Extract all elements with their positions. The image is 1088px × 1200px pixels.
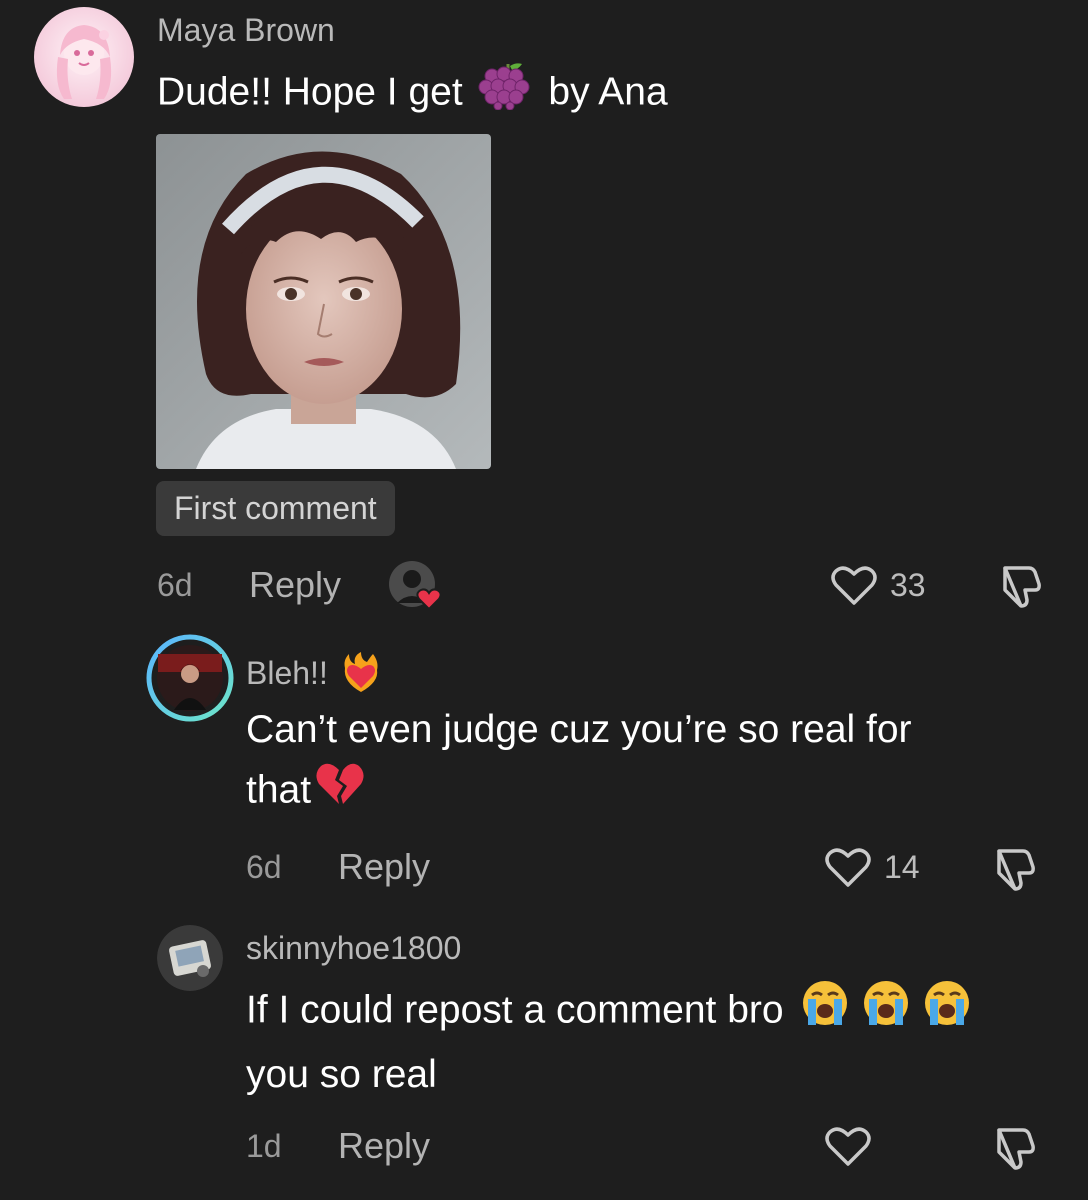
comment-text-line-2: that	[246, 760, 912, 824]
dislike-icon[interactable]	[991, 845, 1039, 898]
reply-button[interactable]: Reply	[338, 1128, 430, 1164]
comment-timestamp: 1d	[246, 1128, 282, 1164]
avatar[interactable]	[146, 634, 234, 722]
comment-text-line-2-text: that	[246, 768, 312, 812]
like-count: 14	[884, 849, 920, 885]
loudly-crying-emoji	[922, 979, 972, 1045]
comment-text: Can’t even judge cuz you’re so real for …	[246, 700, 912, 824]
reply-button[interactable]: Reply	[338, 849, 430, 885]
comment-username[interactable]: skinnyhoe1800	[246, 932, 461, 964]
like-heart-icon[interactable]	[824, 845, 872, 894]
comment-text-line-1-text: If I could repost a comment bro	[246, 988, 784, 1032]
comment-timestamp: 6d	[157, 567, 193, 603]
avatar[interactable]	[34, 7, 134, 107]
comment-text-end: by Ana	[548, 70, 668, 114]
loudly-crying-emoji	[861, 979, 911, 1045]
heart-icon	[416, 588, 442, 611]
comment-image-sticker[interactable]	[156, 134, 491, 469]
loudly-crying-emoji	[800, 979, 850, 1045]
comment-text: Dude!! Hope I get by Ana	[157, 60, 668, 128]
dislike-icon[interactable]	[991, 1124, 1039, 1177]
like-count: 33	[890, 567, 926, 603]
comment-username[interactable]: Bleh!!	[246, 652, 383, 699]
like-heart-icon[interactable]	[830, 563, 878, 612]
dislike-icon[interactable]	[997, 562, 1045, 615]
comment-text-line-2: you so real	[246, 1053, 437, 1096]
comment-username[interactable]: Maya Brown	[157, 14, 335, 46]
comment-text-line-1: Can’t even judge cuz you’re so real for	[246, 708, 912, 751]
avatar[interactable]	[157, 925, 223, 991]
creator-liked-avatar	[389, 561, 442, 611]
comment-text-start: Dude!! Hope I get	[157, 70, 463, 114]
first-comment-tag: First comment	[156, 481, 395, 536]
comment-text: If I could repost a comment bro you so r…	[246, 979, 972, 1105]
like-heart-icon[interactable]	[824, 1124, 872, 1173]
comment-username-text: Bleh!!	[246, 654, 328, 691]
broken-heart-emoji	[315, 760, 365, 824]
grapes-emoji	[478, 60, 534, 128]
reply-button[interactable]: Reply	[249, 567, 341, 603]
comment-text-line-1: If I could repost a comment bro	[246, 979, 972, 1045]
comment-timestamp: 6d	[246, 849, 282, 885]
heart-on-fire-emoji	[339, 652, 383, 699]
